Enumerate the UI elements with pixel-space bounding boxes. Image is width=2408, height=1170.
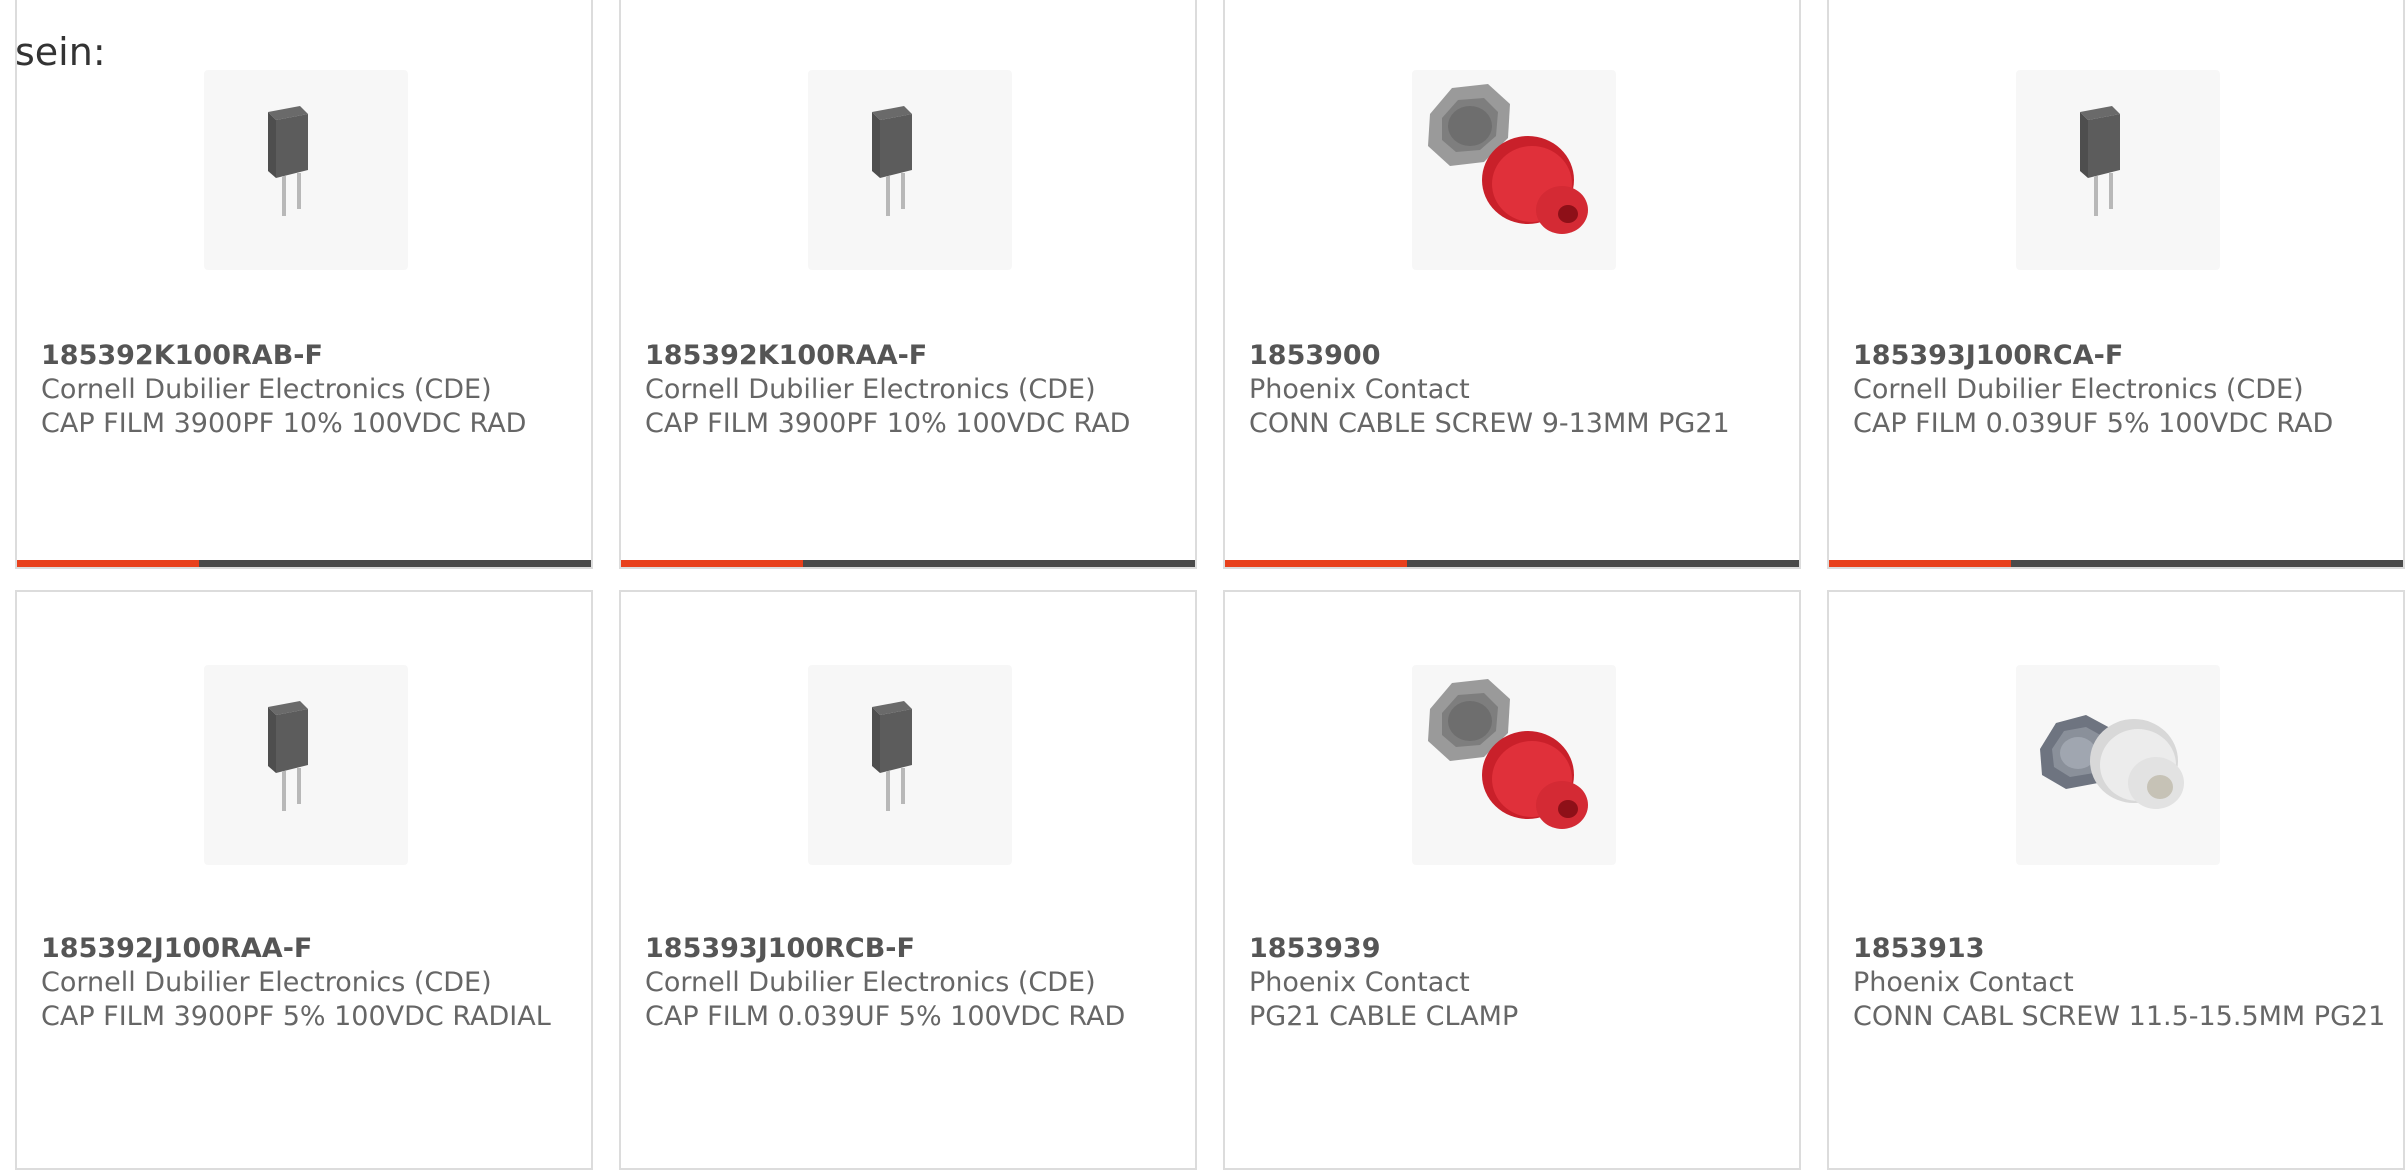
description: CONN CABLE SCREW 9-13MM PG21 xyxy=(1249,408,1730,439)
description: CAP FILM 0.039UF 5% 100VDC RAD xyxy=(1853,408,2334,439)
product-card[interactable]: 1853939 Phoenix Contact PG21 CABLE CLAMP xyxy=(1223,590,1801,1170)
part-number[interactable]: 185393J100RCB-F xyxy=(645,932,1185,966)
manufacturer: Cornell Dubilier Electronics (CDE) xyxy=(645,374,1096,405)
part-number[interactable]: 185393J100RCA-F xyxy=(1853,339,2393,373)
card-accent-bar xyxy=(621,560,803,567)
product-info: 1853939 Phoenix Contact PG21 CABLE CLAMP xyxy=(1249,932,1789,1034)
manufacturer: Phoenix Contact xyxy=(1249,374,1470,405)
description: CAP FILM 3900PF 10% 100VDC RAD xyxy=(41,408,527,439)
manufacturer: Cornell Dubilier Electronics (CDE) xyxy=(41,967,492,998)
product-info: 185392K100RAA-F Cornell Dubilier Electro… xyxy=(645,339,1185,441)
product-info: 185392K100RAB-F Cornell Dubilier Electro… xyxy=(41,339,581,441)
card-footer-bar xyxy=(621,560,1195,567)
part-number[interactable]: 1853900 xyxy=(1249,339,1789,373)
manufacturer: Phoenix Contact xyxy=(1853,967,2074,998)
card-footer-bar xyxy=(1225,560,1799,567)
description: CAP FILM 0.039UF 5% 100VDC RAD xyxy=(645,1001,1126,1032)
description: CONN CABL SCREW 11.5-15.5MM PG21 xyxy=(1853,1001,2386,1032)
part-number[interactable]: 1853913 xyxy=(1853,932,2393,966)
card-footer-bar xyxy=(1829,560,2403,567)
product-info: 1853900 Phoenix Contact CONN CABLE SCREW… xyxy=(1249,339,1789,441)
intro-text: sein: xyxy=(15,30,106,74)
card-accent-bar xyxy=(1829,560,2011,567)
cable-gland-red-icon[interactable] xyxy=(1412,70,1616,270)
product-info: 185393J100RCB-F Cornell Dubilier Electro… xyxy=(645,932,1185,1034)
manufacturer: Cornell Dubilier Electronics (CDE) xyxy=(41,374,492,405)
card-footer-bar xyxy=(17,560,591,567)
product-card[interactable]: 185392K100RAA-F Cornell Dubilier Electro… xyxy=(619,0,1197,569)
product-info: 185392J100RAA-F Cornell Dubilier Electro… xyxy=(41,932,581,1034)
part-number[interactable]: 185392K100RAA-F xyxy=(645,339,1185,373)
product-grid: 185392K100RAB-F Cornell Dubilier Electro… xyxy=(15,0,2408,1170)
product-card[interactable]: 185392K100RAB-F Cornell Dubilier Electro… xyxy=(15,0,593,569)
film-capacitor-icon[interactable] xyxy=(204,70,408,270)
product-info: 1853913 Phoenix Contact CONN CABL SCREW … xyxy=(1853,932,2393,1034)
product-card[interactable]: 1853913 Phoenix Contact CONN CABL SCREW … xyxy=(1827,590,2405,1170)
film-capacitor-icon[interactable] xyxy=(2016,70,2220,270)
film-capacitor-icon[interactable] xyxy=(204,665,408,865)
cable-gland-red-icon[interactable] xyxy=(1412,665,1616,865)
product-info: 185393J100RCA-F Cornell Dubilier Electro… xyxy=(1853,339,2393,441)
film-capacitor-icon[interactable] xyxy=(808,665,1012,865)
part-number[interactable]: 185392J100RAA-F xyxy=(41,932,581,966)
film-capacitor-icon[interactable] xyxy=(808,70,1012,270)
manufacturer: Cornell Dubilier Electronics (CDE) xyxy=(1853,374,2304,405)
description: CAP FILM 3900PF 5% 100VDC RADIAL xyxy=(41,1001,551,1032)
description: PG21 CABLE CLAMP xyxy=(1249,1001,1519,1032)
cable-gland-white-icon[interactable] xyxy=(2016,665,2220,865)
product-card[interactable]: 185392J100RAA-F Cornell Dubilier Electro… xyxy=(15,590,593,1170)
part-number[interactable]: 1853939 xyxy=(1249,932,1789,966)
manufacturer: Phoenix Contact xyxy=(1249,967,1470,998)
part-number[interactable]: 185392K100RAB-F xyxy=(41,339,581,373)
manufacturer: Cornell Dubilier Electronics (CDE) xyxy=(645,967,1096,998)
product-card[interactable]: 1853900 Phoenix Contact CONN CABLE SCREW… xyxy=(1223,0,1801,569)
card-accent-bar xyxy=(17,560,199,567)
product-card[interactable]: 185393J100RCB-F Cornell Dubilier Electro… xyxy=(619,590,1197,1170)
description: CAP FILM 3900PF 10% 100VDC RAD xyxy=(645,408,1131,439)
card-accent-bar xyxy=(1225,560,1407,567)
product-card[interactable]: 185393J100RCA-F Cornell Dubilier Electro… xyxy=(1827,0,2405,569)
